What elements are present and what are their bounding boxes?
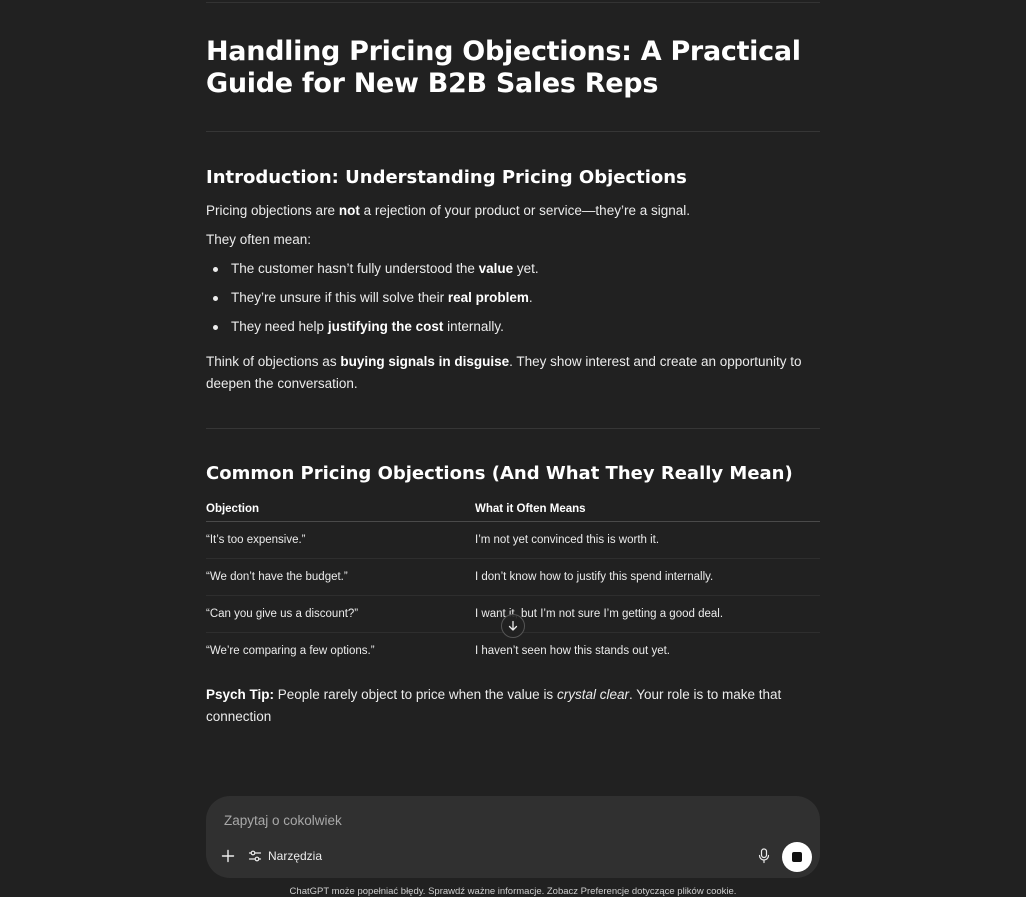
voice-input-button[interactable] [754,846,774,866]
table-cell: “We don’t have the budget.” [206,558,475,596]
table-cell: I don’t know how to justify this spend i… [475,558,820,596]
intro-paragraph-2: They often mean: [206,232,312,247]
table-cell: “We’re comparing a few options.” [206,645,375,657]
list-item: They’re unsure if this will solve their … [206,287,806,316]
psych-tip-paragraph: Psych Tip: People rarely object to price… [206,687,782,724]
table-cell: I’m not yet convinced this is worth it. [475,521,820,559]
intro-paragraph-1: Pricing objections are not a rejection o… [206,203,690,218]
page-title: Handling Pricing Objections: A Practical… [206,36,801,99]
table-cell: I want it, but I’m not sure I’m getting … [475,595,820,633]
column-header-meaning: What it Often Means [475,497,820,522]
top-divider [206,2,820,3]
arrow-down-icon [508,620,518,631]
tools-button[interactable]: Narzędzia [248,846,322,866]
objections-table: Objection What it Often Means “It’s too … [206,497,820,669]
intro-paragraph-3: Think of objections as buying signals in… [206,354,802,391]
stop-icon [792,852,802,862]
plus-icon [221,849,235,863]
chat-composer: Narzędzia [206,796,820,878]
intro-heading: Introduction: Understanding Pricing Obje… [206,167,687,188]
table-cell: I haven’t seen how this stands out yet. [475,645,670,657]
list-item: They need help justifying the cost inter… [206,316,806,345]
prompt-input[interactable] [222,808,786,832]
scroll-to-bottom-button[interactable] [501,614,525,638]
table-cell: “Can you give us a discount?” [206,595,475,633]
list-item: The customer hasn’t fully understood the… [206,258,806,287]
section-divider [206,428,820,429]
stop-generating-button[interactable] [782,842,812,872]
common-objections-heading: Common Pricing Objections (And What They… [206,463,793,484]
disclaimer-footer: ChatGPT może popełniać błędy. Sprawdź wa… [289,886,737,897]
table-header-row: Objection What it Often Means [206,497,820,522]
tools-label: Narzędzia [268,849,323,863]
table-row: “We don’t have the budget.” I don’t know… [206,558,820,596]
microphone-icon [758,848,770,864]
add-attachment-button[interactable] [218,846,238,866]
table-cell: “It’s too expensive.” [206,521,475,559]
bullet-list: The customer hasn’t fully understood the… [206,258,806,345]
section-divider [206,131,820,132]
column-header-objection: Objection [206,497,475,522]
tools-sliders-icon [248,850,262,862]
table-row: “It’s too expensive.” I’m not yet convin… [206,521,820,559]
